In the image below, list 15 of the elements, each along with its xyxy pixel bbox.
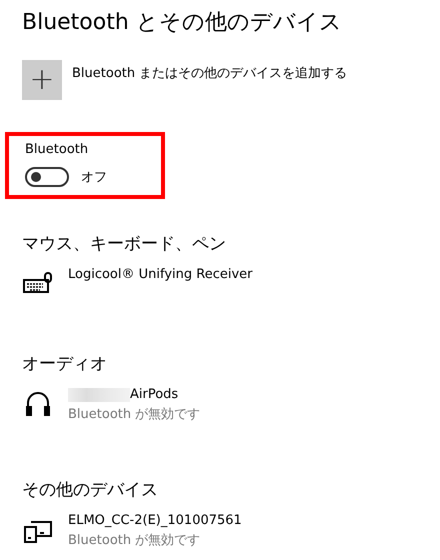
bluetooth-label: Bluetooth [25,142,90,157]
device-status: Bluetooth が無効です [68,532,202,550]
device-name[interactable]: Logicool® Unifying Receiver [68,265,253,285]
add-device-label[interactable]: Bluetooth またはその他のデバイスを追加する [72,64,348,82]
add-device-button[interactable]: + [22,60,62,100]
toggle-state-label: オフ [81,169,107,186]
bluetooth-toggle[interactable] [25,167,69,187]
section-heading: マウス、キーボード、ペン [22,233,227,256]
device-name[interactable]: ELMO_CC-2(E)_101007561 [68,511,242,531]
blurred-redaction [68,388,130,402]
device-name[interactable]: AirPods [130,385,178,405]
device-status: Bluetooth が無効です [68,406,200,424]
section-heading: その他のデバイス [22,479,159,502]
page-title: Bluetooth とその他のデバイス [22,9,343,37]
section-heading: オーディオ [22,353,108,376]
